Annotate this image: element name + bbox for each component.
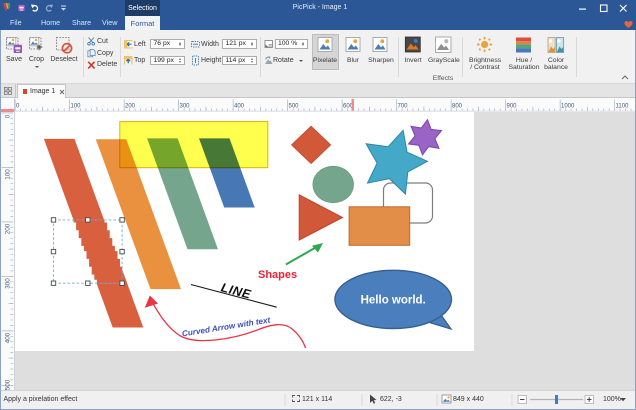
svg-text:700: 700 (398, 103, 409, 109)
svg-text:800: 800 (452, 103, 463, 109)
svg-text:1100: 1100 (616, 103, 630, 109)
svg-text:100: 100 (4, 168, 11, 179)
svg-text:400: 400 (234, 103, 245, 109)
svg-text:200: 200 (125, 103, 136, 109)
svg-text:LINE: LINE (219, 280, 252, 301)
svg-text:300: 300 (180, 103, 191, 109)
svg-text:300: 300 (4, 277, 11, 288)
svg-text:Shapes: Shapes (258, 269, 297, 281)
svg-text:Hello world.: Hello world. (360, 294, 425, 306)
svg-text:0: 0 (16, 103, 20, 109)
svg-text:0: 0 (4, 114, 11, 118)
svg-text:100: 100 (71, 103, 82, 109)
svg-text:400: 400 (4, 332, 11, 343)
svg-text:200: 200 (4, 223, 11, 234)
svg-text:1000: 1000 (561, 103, 575, 109)
svg-text:Curved Arrow with text: Curved Arrow with text (181, 315, 271, 338)
svg-text:900: 900 (507, 103, 518, 109)
svg-text:500: 500 (289, 103, 300, 109)
svg-text:500: 500 (4, 379, 11, 390)
